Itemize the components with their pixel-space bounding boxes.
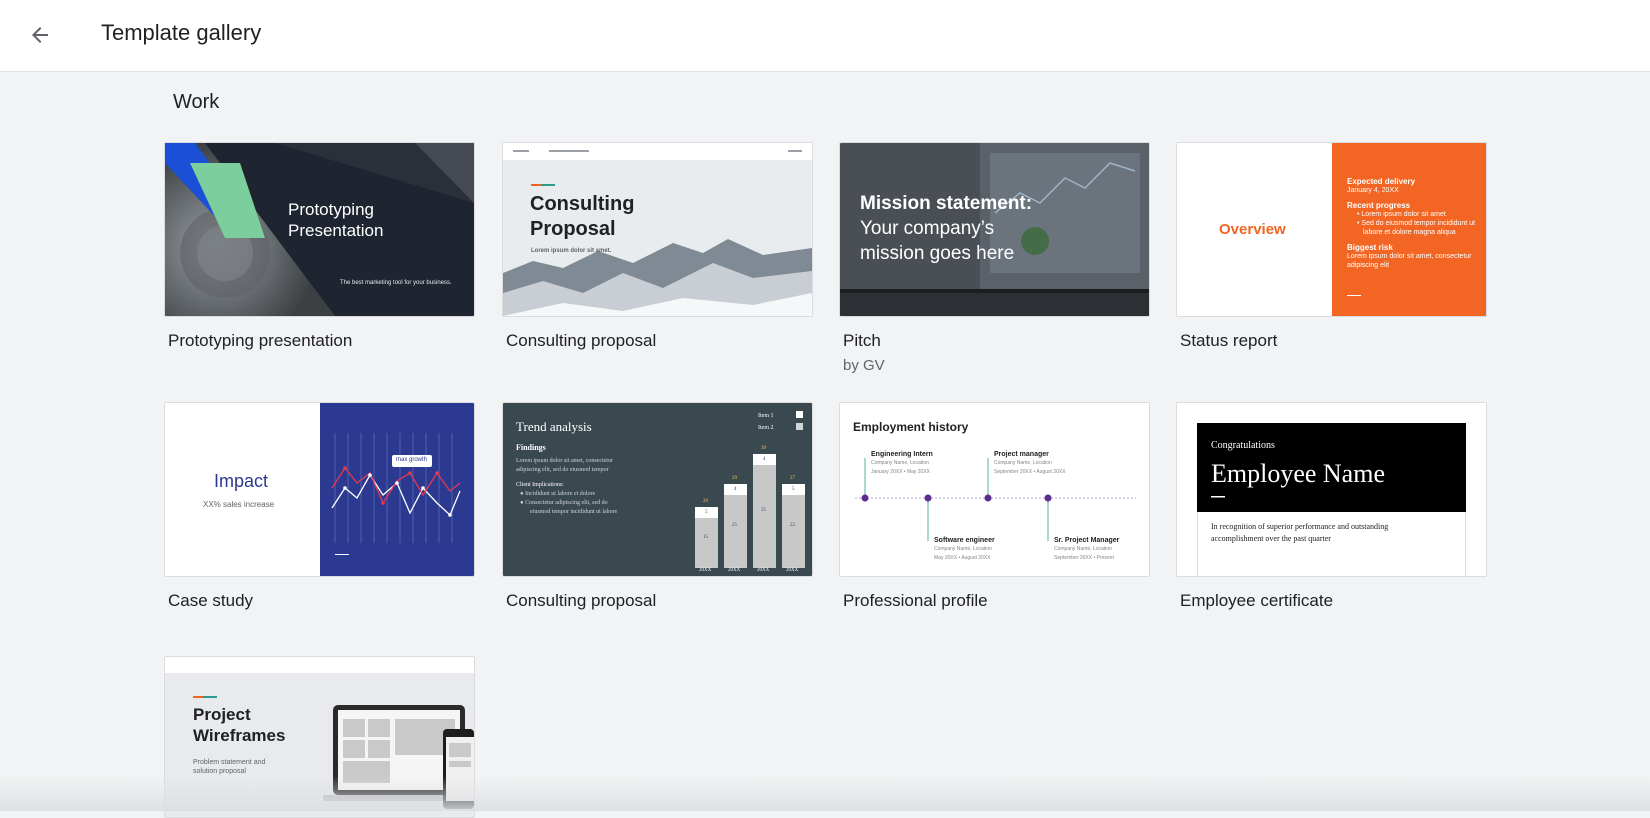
thumb-subtitle: Lorem ipsum dolor sit amet.	[531, 248, 612, 254]
thumb-bar-values: 20 29 39 27 5 4 4 5 15 25 35 22 20XX 20X…	[699, 446, 799, 573]
arrow-back-icon	[32, 27, 48, 43]
template-card-consulting-proposal[interactable]: Consulting Proposal Lorem ipsum dolor si…	[502, 142, 813, 351]
thumb-body: In recognition of superior performance a…	[1211, 522, 1389, 543]
template-title: Professional profile	[843, 591, 988, 610]
thumb-heading: Impact	[214, 471, 269, 491]
thumb-status-text: Expected delivery January 4, 20XX Recent…	[1347, 177, 1476, 269]
template-thumbnail[interactable]: Overview Expected delivery January 4, 20…	[1176, 142, 1487, 317]
template-title: Pitch	[843, 331, 881, 350]
template-title: Employee certificate	[1180, 591, 1334, 610]
template-title: Case study	[168, 591, 254, 610]
template-card-project-wireframes[interactable]: Project Wireframes Problem statement and…	[164, 656, 475, 818]
top-bar: Template gallery	[0, 0, 1650, 72]
template-title: Prototyping presentation	[168, 331, 353, 350]
template-card-consulting-proposal-trend[interactable]: Trend analysis Item 1 Item 2 Findings Lo…	[502, 402, 813, 611]
template-title: Consulting proposal	[506, 591, 657, 610]
template-thumbnail[interactable]: Mission statement: Your company’s missio…	[839, 142, 1150, 317]
thumb-heading: Mission statement: Your company’s missio…	[860, 193, 1033, 264]
thumb-job: Project manager Company Name, Location S…	[994, 451, 1066, 475]
thumb-heading: Project Wireframes	[193, 705, 286, 745]
thumb-overview: Overview	[1219, 221, 1286, 238]
thumb-heading: Employment history	[853, 420, 969, 434]
thumb-heading: Consulting Proposal	[530, 193, 635, 240]
template-card-case-study[interactable]: max growth Impact XX% sales increase Cas…	[164, 402, 475, 611]
template-thumbnail[interactable]: Consulting Proposal Lorem ipsum dolor si…	[502, 142, 813, 317]
template-title: Consulting proposal	[506, 331, 657, 350]
thumb-employee-name: Employee Name	[1211, 459, 1385, 488]
thumb-subtitle: XX% sales increase	[203, 500, 275, 509]
template-thumbnail[interactable]: Prototyping Presentation The best market…	[164, 142, 475, 317]
thumb-heading: Prototyping Presentation	[288, 200, 384, 240]
template-thumbnail[interactable]: Project Wireframes Problem statement and…	[164, 656, 475, 818]
thumb-subtitle: Problem statement and solution proposal	[193, 759, 266, 775]
thumb-job: Engineering Intern Company Name, Locatio…	[871, 451, 933, 475]
thumb-congrats: Congratulations	[1211, 440, 1275, 451]
template-card-status-report[interactable]: Overview Expected delivery January 4, 20…	[1176, 142, 1487, 351]
template-card-pitch[interactable]: Mission statement: Your company’s missio…	[839, 142, 1150, 374]
template-card-employee-certificate[interactable]: Congratulations Employee Name In recogni…	[1176, 402, 1487, 611]
template-thumbnail[interactable]: Trend analysis Item 1 Item 2 Findings Lo…	[502, 402, 813, 577]
template-card-prototyping[interactable]: Prototyping Presentation The best market…	[164, 142, 475, 351]
section-title-work: Work	[173, 91, 220, 113]
template-thumbnail[interactable]: Employment history Engineering Intern Co…	[839, 402, 1150, 577]
thumb-tagline: The best marketing tool for your busines…	[340, 280, 452, 286]
template-thumbnail[interactable]: Congratulations Employee Name In recogni…	[1176, 402, 1487, 577]
thumb-job: Software engineer Company Name, Location…	[934, 537, 995, 561]
thumb-callout: max growth	[396, 457, 428, 463]
template-author: by GV	[843, 357, 885, 374]
template-card-professional-profile[interactable]: Employment history Engineering Intern Co…	[839, 402, 1150, 611]
thumb-job: Sr. Project Manager Company Name, Locati…	[1054, 537, 1120, 561]
template-thumbnail[interactable]: max growth Impact XX% sales increase	[164, 402, 475, 577]
page-title: Template gallery	[101, 20, 262, 45]
back-button[interactable]	[22, 17, 58, 53]
template-title: Status report	[1180, 331, 1278, 350]
